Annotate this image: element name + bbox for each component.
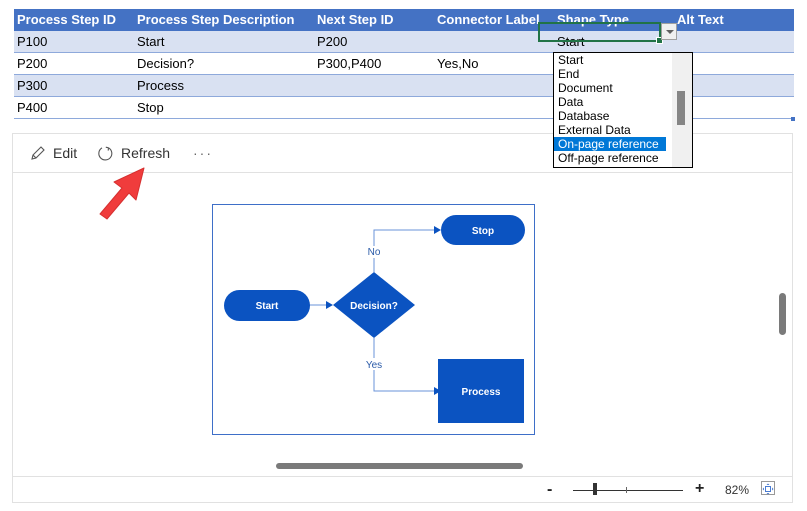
table-cell[interactable]: Stop [134,97,164,118]
dropdown-option[interactable]: Start [554,53,666,67]
pencil-icon [31,146,45,160]
horizontal-scrollbar-thumb[interactable] [276,463,523,469]
dropdown-option[interactable]: Document [554,81,666,95]
table-cell[interactable]: Yes,No [434,53,478,74]
table-cell[interactable] [314,97,317,118]
more-options-button[interactable]: ··· [193,142,213,164]
dropdown-scrollbar[interactable] [672,53,692,167]
dropdown-option-highlighted[interactable]: On-page reference [554,137,666,151]
column-header[interactable]: Alt Text [674,9,724,30]
table-cell[interactable]: P300,P400 [314,53,381,74]
zoom-out-button[interactable]: - [547,481,552,499]
column-header[interactable]: Connector Label [434,9,540,30]
table-row: P100 Start P200 Start [14,31,794,53]
zoom-slider-thumb[interactable] [593,483,597,495]
column-header[interactable]: Next Step ID [314,9,394,30]
edit-label: Edit [53,145,78,161]
start-label: Start [256,301,279,312]
dropdown-option[interactable]: Off-page reference [554,151,666,165]
status-bar: - + 82% [13,476,792,503]
dropdown-option[interactable]: End [554,67,666,81]
table-cell[interactable]: Decision? [134,53,194,74]
table-cell[interactable]: P400 [14,97,47,118]
table-cell[interactable] [434,75,437,96]
header-row: Process Step ID Process Step Description… [14,9,794,31]
table-cell[interactable]: Start [134,31,164,52]
decision-label: Decision? [350,301,398,312]
dropdown-scroll-thumb[interactable] [677,91,685,125]
refresh-button[interactable]: Refresh [97,142,170,164]
zoom-level: 82% [725,483,750,497]
flowchart-diagram: Start Decision? Stop Process No Yes [212,204,535,435]
vertical-scrollbar-thumb[interactable] [779,293,786,335]
table-cell[interactable]: P200 [14,53,47,74]
table-cell[interactable]: P200 [314,31,347,52]
table-cell[interactable] [434,31,437,52]
column-header[interactable]: Process Step Description [134,9,295,30]
table-cell[interactable] [434,97,437,118]
dropdown-option[interactable]: Data [554,95,666,109]
process-label: Process [462,387,501,398]
column-header[interactable]: Process Step ID [14,9,116,30]
table-resize-handle[interactable] [791,117,795,121]
refresh-label: Refresh [121,145,171,161]
table-cell[interactable]: P300 [14,75,47,96]
fit-to-window-button[interactable] [761,481,775,495]
table-cell[interactable] [314,75,317,96]
annotation-arrow-icon [99,167,145,220]
ellipsis-icon: ··· [193,145,213,161]
refresh-icon [98,146,113,160]
zoom-slider[interactable] [573,490,683,491]
zoom-in-button[interactable]: + [695,480,704,498]
dropdown-option[interactable]: External Data [554,123,666,137]
dropdown-option[interactable]: Database [554,109,666,123]
stop-label: Stop [472,226,494,237]
zoom-slider-midpoint [626,487,627,493]
table-cell[interactable]: P100 [14,31,47,52]
shape-type-dropdown-list: Start End Document Data Database Externa… [553,52,693,168]
connector-label-no: No [368,247,381,258]
active-cell-selection [538,22,663,44]
table-cell[interactable]: Process [134,75,184,96]
dropdown-arrow-button[interactable] [661,23,677,40]
connector-label-yes: Yes [366,360,382,371]
edit-button[interactable]: Edit [30,142,77,164]
fit-page-icon [762,483,774,495]
